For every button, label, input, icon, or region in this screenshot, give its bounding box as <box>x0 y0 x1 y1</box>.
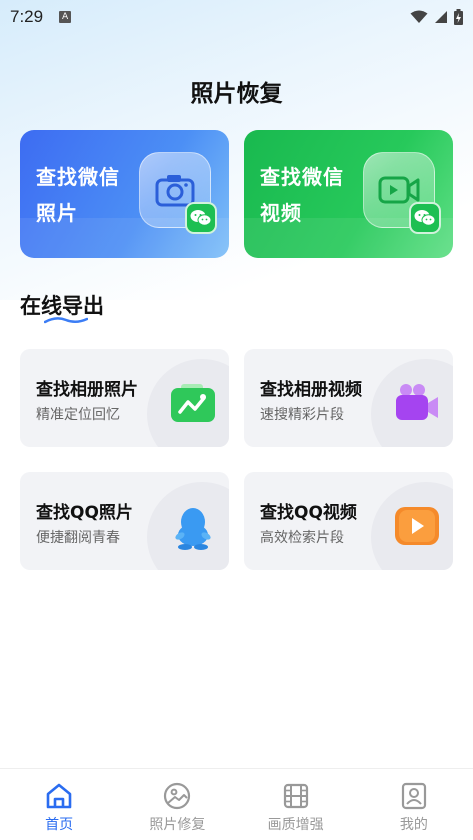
find-qq-videos-card[interactable]: 查找QQ视频 高效检索片段 <box>244 472 453 570</box>
card-title: 查找相册照片 <box>36 380 138 400</box>
find-qq-photos-card[interactable]: 查找QQ照片 便捷翻阅青春 <box>20 472 229 570</box>
home-icon <box>46 783 72 809</box>
wechat-icon <box>185 202 217 234</box>
card-title: 查找相册视频 <box>260 380 362 400</box>
tab-quality-enhance[interactable]: 画质增强 <box>237 769 355 840</box>
find-wechat-videos-card[interactable]: 查找微信 视频 <box>244 130 453 258</box>
card-title-line1: 查找微信 <box>36 165 120 189</box>
notification-badge: A <box>59 11 72 23</box>
signal-icon <box>435 11 447 23</box>
gallery-icon <box>170 383 216 423</box>
tab-photo-repair[interactable]: 照片修复 <box>118 769 236 840</box>
card-title-line2: 照片 <box>36 201 78 225</box>
profile-icon <box>401 782 426 810</box>
bottom-tab-bar: 首页 照片修复 画质增强 我的 <box>0 768 473 840</box>
card-title: 查找QQ照片 <box>36 503 133 523</box>
card-subtitle: 精准定位回忆 <box>36 407 120 423</box>
wechat-icon <box>409 202 441 234</box>
card-subtitle: 速搜精彩片段 <box>260 407 344 423</box>
image-repair-icon <box>164 782 191 810</box>
tab-home[interactable]: 首页 <box>0 769 118 840</box>
play-icon <box>394 506 440 546</box>
tab-label: 我的 <box>399 817 428 833</box>
qq-penguin-icon <box>170 508 216 550</box>
status-bar: 7:29 A <box>0 0 473 34</box>
card-title-line2: 视频 <box>260 201 302 225</box>
card-title: 查找QQ视频 <box>260 503 357 523</box>
tab-label: 首页 <box>45 817 74 833</box>
tab-label: 画质增强 <box>267 817 324 833</box>
card-subtitle: 高效检索片段 <box>260 530 344 546</box>
tab-label: 照片修复 <box>149 817 206 833</box>
title-underline-decoration <box>44 317 88 324</box>
video-camera-icon <box>394 383 440 423</box>
film-icon <box>283 783 308 809</box>
status-time: 7:29 <box>10 7 44 26</box>
wifi-icon <box>410 10 428 23</box>
battery-icon <box>454 9 463 25</box>
find-album-videos-card[interactable]: 查找相册视频 速搜精彩片段 <box>244 349 453 447</box>
find-album-photos-card[interactable]: 查找相册照片 精准定位回忆 <box>20 349 229 447</box>
page-title: 照片恢复 <box>190 81 283 107</box>
tab-mine[interactable]: 我的 <box>355 769 473 840</box>
card-subtitle: 便捷翻阅青春 <box>36 530 120 546</box>
find-wechat-photos-card[interactable]: 查找微信 照片 <box>20 130 229 258</box>
card-title-line1: 查找微信 <box>260 165 344 189</box>
